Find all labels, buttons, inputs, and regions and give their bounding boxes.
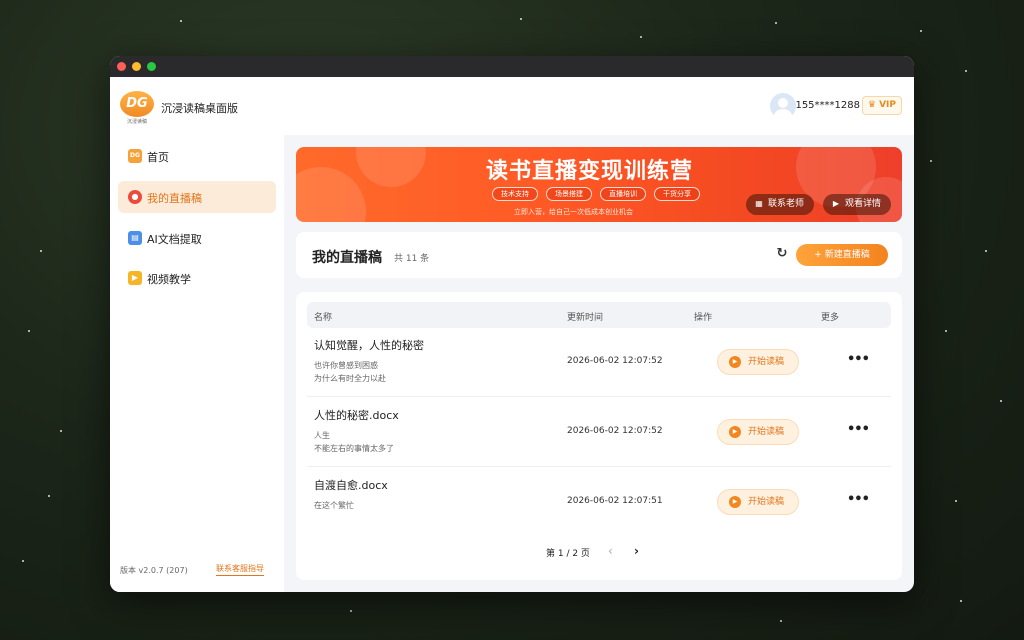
support-link[interactable]: 联系客服指导 xyxy=(216,563,264,576)
row-preview-line: 也许你曾感到困惑 xyxy=(314,361,378,370)
chevron-right-icon[interactable]: › xyxy=(634,544,639,558)
banner-tag: 技术支持 xyxy=(492,187,538,201)
row-name: 人性的秘密.docx xyxy=(314,409,399,422)
banner-tags: 技术支持 场景搭建 直播培训 干货分享 xyxy=(492,187,700,201)
minimize-window-button[interactable] xyxy=(132,62,141,71)
user-phone[interactable]: 155****1288 xyxy=(795,100,860,111)
banner-title: 读书直播变现训练营 xyxy=(486,159,694,184)
document-icon: ▤ xyxy=(128,231,142,245)
sidebar-item-label: AI文档提取 xyxy=(147,233,202,246)
sidebar-item-video-tutorial[interactable]: ▶ 视频教学 xyxy=(118,262,276,294)
qrcode-icon: ▦ xyxy=(755,199,763,208)
start-reading-button[interactable]: ▶ 开始读稿 xyxy=(717,419,799,445)
new-script-button[interactable]: + 新建直播稿 xyxy=(796,244,888,266)
app-logo: DG 沉浸读稿 xyxy=(120,91,154,125)
more-options-icon[interactable]: ••• xyxy=(847,352,870,367)
row-preview-line: 人生 xyxy=(314,431,330,440)
home-icon: DG xyxy=(128,149,142,163)
contact-teacher-button[interactable]: ▦ 联系老师 xyxy=(746,194,815,215)
start-reading-label: 开始读稿 xyxy=(748,357,785,367)
logo-icon: DG xyxy=(120,91,154,117)
contact-teacher-label: 联系老师 xyxy=(768,199,805,209)
row-preview-line: 不能左右的事情太多了 xyxy=(314,444,394,453)
version-text: 版本 v2.0.7 (207) xyxy=(120,566,188,575)
refresh-icon[interactable]: ↻ xyxy=(774,246,790,262)
column-header-action: 操作 xyxy=(694,313,713,323)
start-reading-label: 开始读稿 xyxy=(748,427,785,437)
sidebar-item-label: 首页 xyxy=(147,151,169,164)
sidebar-item-home[interactable]: DG 首页 xyxy=(118,140,276,172)
table-header: 名称 更新时间 操作 更多 xyxy=(307,302,891,328)
banner-tag: 干货分享 xyxy=(654,187,700,201)
start-reading-label: 开始读稿 xyxy=(748,497,785,507)
app-header: DG 沉浸读稿 沉浸读稿桌面版 155****1288 ♛ VIP xyxy=(110,77,914,135)
live-icon: ● xyxy=(128,190,142,204)
row-updated-time: 2026-06-02 12:07:52 xyxy=(567,426,663,436)
chevron-left-icon[interactable]: ‹ xyxy=(608,544,613,558)
sidebar-item-ai-extract[interactable]: ▤ AI文档提取 xyxy=(118,222,276,254)
page-indicator: 第 1 / 2 页 xyxy=(546,549,590,559)
row-preview-line: 在这个繁忙 xyxy=(314,501,354,510)
row-preview-line: 为什么有时全力以赴 xyxy=(314,374,386,383)
app-window: DG 沉浸读稿 沉浸读稿桌面版 155****1288 ♛ VIP DG 首页 … xyxy=(110,56,914,592)
column-header-more: 更多 xyxy=(821,313,840,323)
pagination: 第 1 / 2 页 ‹ › xyxy=(296,544,902,560)
table-row[interactable]: 人性的秘密.docx 人生 不能左右的事情太多了 2026-06-02 12:0… xyxy=(307,398,891,467)
video-icon: ▶ xyxy=(128,271,142,285)
column-header-name: 名称 xyxy=(314,313,333,323)
sidebar-item-my-scripts[interactable]: ● 我的直播稿 xyxy=(118,181,276,213)
banner-tag: 直播培训 xyxy=(600,187,646,201)
list-header: 我的直播稿 共 11 条 ↻ + 新建直播稿 xyxy=(296,232,902,278)
app-name: 沉浸读稿桌面版 xyxy=(161,102,238,115)
view-details-label: 观看详情 xyxy=(845,199,882,209)
play-icon: ▶ xyxy=(832,199,840,208)
table-body[interactable]: 认知觉醒，人性的秘密 也许你曾感到困惑 为什么有时全力以赴 2026-06-02… xyxy=(296,328,902,524)
logo-subtext: 沉浸读稿 xyxy=(126,119,147,125)
view-details-button[interactable]: ▶ 观看详情 xyxy=(823,194,892,215)
column-header-updated: 更新时间 xyxy=(567,313,604,323)
play-icon: ▶ xyxy=(729,356,741,368)
user-avatar[interactable] xyxy=(770,93,796,119)
vip-badge[interactable]: ♛ VIP xyxy=(861,96,902,115)
row-updated-time: 2026-06-02 12:07:51 xyxy=(567,496,663,506)
row-name: 自渡自愈.docx xyxy=(314,479,388,492)
scripts-table: 名称 更新时间 操作 更多 认知觉醒，人性的秘密 也许你曾感到困惑 为什么有时全… xyxy=(296,292,902,580)
table-row[interactable]: 自渡自愈.docx 在这个繁忙 2026-06-02 12:07:51 ▶ 开始… xyxy=(307,468,891,524)
table-row[interactable]: 认知觉醒，人性的秘密 也许你曾感到困惑 为什么有时全力以赴 2026-06-02… xyxy=(307,328,891,397)
item-count: 共 11 条 xyxy=(394,254,430,264)
title-bar xyxy=(110,56,914,77)
banner-tag: 场景搭建 xyxy=(546,187,592,201)
start-reading-button[interactable]: ▶ 开始读稿 xyxy=(717,489,799,515)
crown-icon: ♛ xyxy=(867,100,876,110)
page-title: 我的直播稿 xyxy=(312,250,382,266)
sidebar-item-label: 视频教学 xyxy=(147,273,191,286)
play-icon: ▶ xyxy=(729,426,741,438)
row-name: 认知觉醒，人性的秘密 xyxy=(314,339,424,352)
start-reading-button[interactable]: ▶ 开始读稿 xyxy=(717,349,799,375)
sidebar-item-label: 我的直播稿 xyxy=(147,192,202,205)
more-options-icon[interactable]: ••• xyxy=(847,422,870,437)
banner-subtitle: 立即入营，给自己一次低成本创业机会 xyxy=(514,208,633,216)
row-updated-time: 2026-06-02 12:07:52 xyxy=(567,356,663,366)
sidebar: DG 首页 ● 我的直播稿 ▤ AI文档提取 ▶ 视频教学 版本 v2.0.7 … xyxy=(110,135,284,592)
zoom-window-button[interactable] xyxy=(147,62,156,71)
vip-label: VIP xyxy=(879,100,896,110)
more-options-icon[interactable]: ••• xyxy=(847,492,870,507)
promo-banner[interactable]: 读书直播变现训练营 技术支持 场景搭建 直播培训 干货分享 立即入营，给自己一次… xyxy=(296,147,902,222)
close-window-button[interactable] xyxy=(117,62,126,71)
play-icon: ▶ xyxy=(729,496,741,508)
